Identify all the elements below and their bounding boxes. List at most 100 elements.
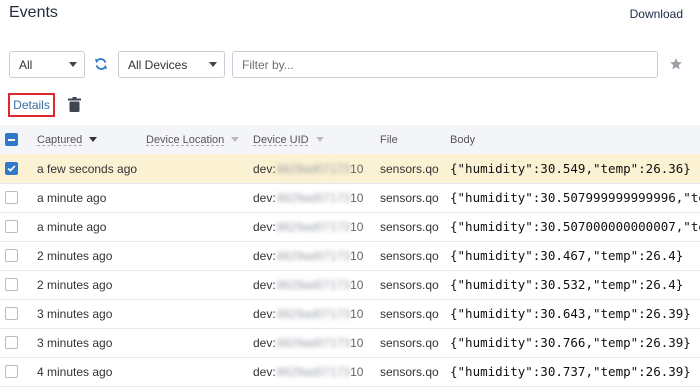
file-cell: sensors.qo <box>380 306 439 321</box>
table-row[interactable]: 2 minutes ago dev: 8629ad07173 10 sensors.qo… <box>0 241 700 271</box>
device-uid-cell: dev: 8629ad07173 10 <box>253 328 375 357</box>
device-select-value: All Devices <box>128 57 188 72</box>
sort-icon <box>315 137 324 142</box>
body-cell: {"humidity":30.532,"temp":26.4} <box>450 277 684 292</box>
uid-tail: 10 <box>350 190 364 205</box>
uid-redacted: 8629ad07173 <box>276 335 351 350</box>
captured-cell: a minute ago <box>37 219 107 234</box>
device-uid-cell: dev: 8629ad07173 10 <box>253 241 375 270</box>
column-body-label: Body <box>450 133 476 146</box>
row-checkbox[interactable] <box>5 249 18 262</box>
file-cell: sensors.qo <box>380 219 439 234</box>
uid-redacted: 8629ad07173 <box>276 190 351 205</box>
uid-tail: 10 <box>350 364 364 379</box>
table-row[interactable]: a few seconds ago dev: 8629ad07173 10 sensor… <box>0 154 700 184</box>
table-row[interactable]: 2 minutes ago dev: 8629ad07173 10 sensors.qo… <box>0 270 700 300</box>
captured-cell: 4 minutes ago <box>37 364 113 379</box>
uid-prefix: dev: <box>253 364 276 379</box>
uid-tail: 10 <box>350 161 364 176</box>
refresh-icon[interactable] <box>94 57 108 71</box>
chevron-down-icon <box>209 62 217 67</box>
body-cell: {"humidity":30.507000000000007,"temp":26… <box>450 219 700 234</box>
captured-cell: a minute ago <box>37 190 107 205</box>
column-uid[interactable]: Device UID <box>253 125 324 154</box>
table-row[interactable]: a minute ago dev: 8629ad07173 10 sensors.qo {… <box>0 183 700 213</box>
column-location-label: Device Location <box>146 133 225 146</box>
device-uid-cell: dev: 8629ad07173 10 <box>253 183 375 212</box>
file-cell: sensors.qo <box>380 364 439 379</box>
body-cell: {"humidity":30.507999999999996,"temp":26… <box>450 190 700 205</box>
captured-cell: 2 minutes ago <box>37 277 113 292</box>
uid-prefix: dev: <box>253 306 276 321</box>
scope-select[interactable]: All <box>9 51 85 78</box>
row-checkbox[interactable] <box>5 365 18 378</box>
uid-prefix: dev: <box>253 248 276 263</box>
file-cell: sensors.qo <box>380 277 439 292</box>
device-select[interactable]: All Devices <box>118 51 225 78</box>
row-checkbox[interactable] <box>5 191 18 204</box>
uid-redacted: 8629ad07173 <box>276 277 351 292</box>
filter-input[interactable] <box>232 51 658 78</box>
row-checkbox[interactable] <box>5 220 18 233</box>
column-file-label: File <box>380 133 398 146</box>
table-row[interactable]: a minute ago dev: 8629ad07173 10 sensors.qo {… <box>0 212 700 242</box>
column-location[interactable]: Device Location <box>146 125 240 154</box>
file-cell: sensors.qo <box>380 190 439 205</box>
table-row[interactable]: 4 minutes ago dev: 8629ad07173 10 sensors.qo… <box>0 357 700 387</box>
uid-redacted: 8629ad07173 <box>276 248 351 263</box>
uid-redacted: 8629ad07173 <box>276 364 351 379</box>
uid-prefix: dev: <box>253 190 276 205</box>
row-checkbox[interactable] <box>5 162 18 175</box>
uid-tail: 10 <box>350 335 364 350</box>
chevron-down-icon <box>69 62 77 67</box>
star-icon[interactable] <box>669 57 683 71</box>
device-uid-cell: dev: 8629ad07173 10 <box>253 357 375 386</box>
row-checkbox[interactable] <box>5 278 18 291</box>
body-cell: {"humidity":30.643,"temp":26.39} <box>450 306 691 321</box>
uid-prefix: dev: <box>253 219 276 234</box>
column-file: File <box>380 125 398 154</box>
check-icon <box>7 165 16 172</box>
captured-cell: a few seconds ago <box>37 161 138 176</box>
uid-prefix: dev: <box>253 161 276 176</box>
body-cell: {"humidity":30.549,"temp":26.36} <box>450 161 691 176</box>
captured-cell: 3 minutes ago <box>37 335 113 350</box>
file-cell: sensors.qo <box>380 161 439 176</box>
file-cell: sensors.qo <box>380 335 439 350</box>
file-cell: sensors.qo <box>380 248 439 263</box>
table-row[interactable]: 3 minutes ago dev: 8629ad07173 10 sensors.qo… <box>0 328 700 358</box>
uid-tail: 10 <box>350 277 364 292</box>
row-checkbox[interactable] <box>5 336 18 349</box>
device-uid-cell: dev: 8629ad07173 10 <box>253 270 375 299</box>
select-all-checkbox[interactable] <box>5 133 18 146</box>
row-checkbox[interactable] <box>5 307 18 320</box>
device-uid-cell: dev: 8629ad07173 10 <box>253 154 375 183</box>
device-uid-cell: dev: 8629ad07173 10 <box>253 299 375 328</box>
sort-icon <box>231 137 240 142</box>
column-captured[interactable]: Captured <box>37 125 98 154</box>
uid-redacted: 8629ad07173 <box>276 219 351 234</box>
uid-redacted: 8629ad07173 <box>276 306 351 321</box>
uid-prefix: dev: <box>253 335 276 350</box>
column-body: Body <box>450 125 475 154</box>
page-title: Events <box>9 4 58 21</box>
column-uid-label: Device UID <box>253 133 309 146</box>
uid-redacted: 8629ad07173 <box>276 161 351 176</box>
captured-cell: 2 minutes ago <box>37 248 113 263</box>
body-cell: {"humidity":30.737,"temp":26.39} <box>450 364 691 379</box>
uid-prefix: dev: <box>253 277 276 292</box>
table-header: Captured Device Location Device UID File… <box>0 125 700 155</box>
table-row[interactable]: 3 minutes ago dev: 8629ad07173 10 sensors.qo… <box>0 299 700 329</box>
body-cell: {"humidity":30.467,"temp":26.4} <box>450 248 684 263</box>
uid-tail: 10 <box>350 219 364 234</box>
uid-tail: 10 <box>350 306 364 321</box>
device-uid-cell: dev: 8629ad07173 10 <box>253 212 375 241</box>
details-button[interactable]: Details <box>8 93 55 117</box>
body-cell: {"humidity":30.766,"temp":26.39} <box>450 335 691 350</box>
sort-desc-icon <box>89 137 98 142</box>
download-link[interactable]: Download <box>630 7 683 21</box>
trash-icon[interactable] <box>68 97 81 112</box>
column-captured-label: Captured <box>37 133 83 146</box>
uid-tail: 10 <box>350 248 364 263</box>
scope-select-value: All <box>19 57 33 72</box>
